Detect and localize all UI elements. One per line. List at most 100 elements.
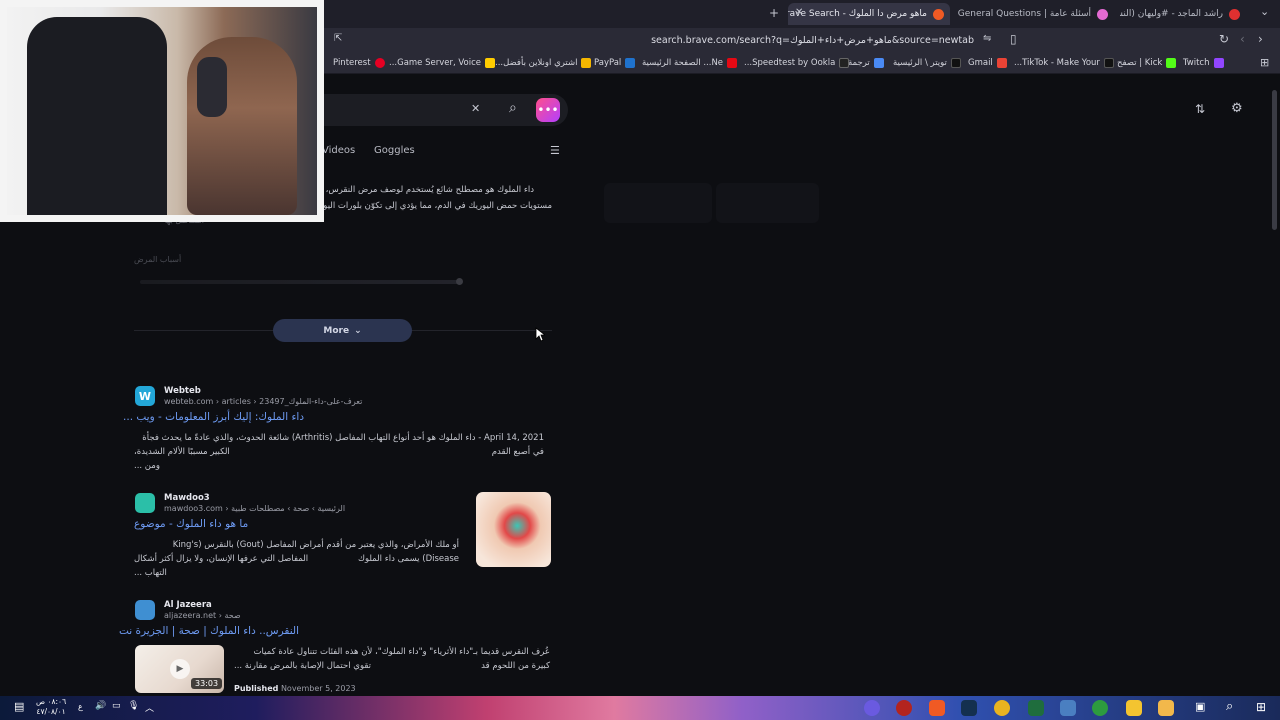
answer-line-1: داء الملوك هو مصطلح شائع يُستخدم لوصف مر… bbox=[322, 185, 534, 195]
notification-icon[interactable]: ▤ bbox=[14, 700, 24, 713]
bookmark-gmail[interactable]: Gmail bbox=[968, 56, 1007, 70]
twitch-icon bbox=[1213, 58, 1224, 68]
task-view-icon[interactable]: ▣ bbox=[1195, 700, 1205, 713]
excel-icon[interactable] bbox=[1028, 700, 1044, 716]
kick-icon bbox=[1166, 58, 1177, 68]
search-taskbar-icon[interactable]: ⌕ bbox=[1226, 699, 1233, 714]
tiktok-icon bbox=[1103, 58, 1114, 68]
loading-card bbox=[604, 183, 712, 223]
store-icon[interactable] bbox=[1126, 700, 1142, 716]
result-site-name: Mawdoo3 bbox=[164, 493, 210, 503]
brave-icon[interactable] bbox=[929, 700, 945, 716]
tray-chevron-icon[interactable]: ︿ bbox=[145, 701, 154, 714]
bookmark-game-server[interactable]: Game Server, Voice... bbox=[389, 56, 496, 70]
volume-icon[interactable]: 🔊 bbox=[95, 701, 106, 711]
search-input[interactable] bbox=[300, 94, 568, 126]
tab-menu-icon[interactable]: ⌄ bbox=[1260, 5, 1269, 18]
bookmark-speedtest[interactable]: Speedtest by Ookla... bbox=[744, 56, 850, 70]
brave-favicon-icon bbox=[933, 8, 944, 20]
aljazeera-favicon-icon bbox=[135, 600, 155, 620]
clear-search-icon[interactable]: ✕ bbox=[471, 102, 480, 115]
bookmark-paypal[interactable]: PayPal bbox=[594, 56, 636, 70]
reload-icon[interactable]: ↻ bbox=[1219, 32, 1229, 46]
steam-icon[interactable] bbox=[961, 700, 977, 716]
bookmark-netflix[interactable]: Ne... الصفحة الرئيسية bbox=[642, 56, 738, 70]
chrome-icon[interactable] bbox=[994, 700, 1010, 716]
result-url: mawdoo3.com › الرئيسية › صحة › مصطلحات ط… bbox=[164, 504, 346, 513]
answer-faded-heading: أسباب المرض bbox=[134, 255, 182, 264]
webteb-favicon-icon: W bbox=[135, 386, 155, 406]
page-scrollbar[interactable] bbox=[1272, 90, 1277, 230]
forward-icon: ‹ bbox=[1240, 32, 1245, 46]
sort-icon[interactable]: ⇅ bbox=[1195, 102, 1205, 116]
address-bar[interactable]: search.brave.com/search?q=ماهو+مرض+داء+ا… bbox=[330, 30, 1000, 50]
mawdoo3-favicon-icon bbox=[135, 493, 155, 513]
chevron-down-icon: ⌄ bbox=[354, 325, 362, 336]
more-button[interactable]: More ⌄ bbox=[273, 319, 412, 342]
translate-icon bbox=[873, 58, 884, 68]
start-button-icon[interactable]: ⊞ bbox=[1256, 700, 1266, 714]
microphone-icon: 🎙 bbox=[128, 701, 140, 711]
tab-general-questions[interactable]: أسئلة عامة | General Questions | جوله bbox=[958, 3, 1114, 25]
bookmark-translate[interactable]: ترجمة bbox=[848, 56, 884, 70]
mouse-cursor-icon bbox=[535, 327, 545, 342]
bookmark-tiktok[interactable]: TikTok - Make Your... bbox=[1014, 56, 1114, 70]
faded-bullet-line bbox=[140, 280, 460, 284]
bookmark-shop[interactable]: اشتري اونلاين بأفضل... bbox=[495, 56, 592, 70]
utorrent-icon[interactable] bbox=[1092, 700, 1108, 716]
new-tab-icon[interactable]: + bbox=[769, 6, 779, 20]
video-thumbnail[interactable]: ▶ 33:03 bbox=[135, 645, 224, 693]
settings-gear-icon[interactable]: ⚙ bbox=[1231, 101, 1243, 116]
network-icon[interactable]: ▭ bbox=[112, 701, 121, 711]
result-title-link[interactable]: النقرس.. داء الملوك | صحة | الجزيرة نت bbox=[119, 625, 299, 637]
search-icon[interactable]: ⌕ bbox=[509, 100, 517, 116]
foot-thumbnail-image[interactable] bbox=[476, 492, 551, 567]
youtube-favicon-icon bbox=[1229, 8, 1240, 20]
close-tab-icon[interactable]: ✕ bbox=[795, 7, 803, 18]
x-icon bbox=[950, 58, 961, 68]
input-language[interactable]: ع bbox=[78, 702, 83, 711]
tab-music[interactable]: راشد الماجد - #وليهان (النسخة الأصل... bbox=[1120, 3, 1246, 25]
amazon-icon bbox=[581, 58, 592, 68]
result-snippet: الكبير مسببًا الألام الشديدة، ومن ... bbox=[134, 447, 230, 471]
notepad-icon[interactable] bbox=[1060, 700, 1076, 716]
app-red-icon[interactable] bbox=[896, 700, 912, 716]
bookmark-twitter[interactable]: تويتر \ الرئيسية bbox=[893, 56, 961, 70]
faded-bullet-dot bbox=[456, 278, 463, 285]
video-duration: 33:03 bbox=[191, 678, 223, 689]
filter-icon[interactable]: ☰ bbox=[550, 144, 560, 157]
play-icon: ▶ bbox=[170, 659, 190, 679]
all-bookmarks-icon[interactable]: ⊞ bbox=[1260, 56, 1269, 69]
back-icon[interactable]: › bbox=[1258, 32, 1263, 46]
tab-videos[interactable]: Videos bbox=[322, 145, 355, 156]
pinterest-icon bbox=[374, 58, 385, 68]
tab-brave-search[interactable]: ماهو مرض دا الملوك - Brave Search bbox=[788, 3, 950, 25]
result-site-name: Webteb bbox=[164, 386, 201, 396]
gmail-icon bbox=[996, 58, 1007, 68]
leo-ai-button[interactable]: ••• bbox=[536, 98, 560, 122]
answer-line-2: مستويات حمض اليوريك في الدم، مما يؤدي إل… bbox=[322, 201, 552, 211]
game-server-icon bbox=[485, 58, 496, 68]
paypal-icon bbox=[625, 58, 636, 68]
result-title-link[interactable]: داء الملوك: إليك أبرز المعلومات - ويب ..… bbox=[123, 411, 304, 423]
headphones bbox=[197, 57, 227, 117]
gaming-chair bbox=[27, 17, 167, 215]
result-snippet: تقوي احتمال الإصابة بالمرض مقارنة ... bbox=[234, 661, 372, 671]
bookmark-pinterest[interactable]: Pinterest bbox=[333, 56, 385, 70]
published-date: Published November 5, 2023 bbox=[234, 684, 356, 693]
result-title-link[interactable]: ما هو داء الملوك - موضوع bbox=[134, 518, 254, 530]
result-snippet: المفاصل التي عرفها الإنسان، ولا يزال أكث… bbox=[134, 554, 309, 578]
file-explorer-icon[interactable] bbox=[1158, 700, 1174, 716]
webcam-overlay bbox=[0, 0, 324, 222]
tab-goggles[interactable]: Goggles bbox=[374, 145, 415, 156]
result-site-name: Al Jazeera bbox=[164, 600, 212, 610]
windows-taskbar bbox=[0, 696, 1280, 720]
result-url: webteb.com › articles › تعرف-على-داء-الم… bbox=[164, 397, 363, 406]
app-purple-icon[interactable] bbox=[864, 700, 880, 716]
bookmark-icon[interactable]: ▯ bbox=[1010, 32, 1017, 46]
bookmark-twitch[interactable]: Twitch bbox=[1183, 56, 1224, 70]
webcam-video bbox=[7, 7, 317, 215]
bookmark-kick[interactable]: Kick | تصفح bbox=[1117, 56, 1177, 70]
netflix-icon bbox=[727, 58, 738, 68]
clock[interactable]: ٠٨:٠٦ ص ٤٧/٠٨/٠١ bbox=[36, 697, 66, 717]
